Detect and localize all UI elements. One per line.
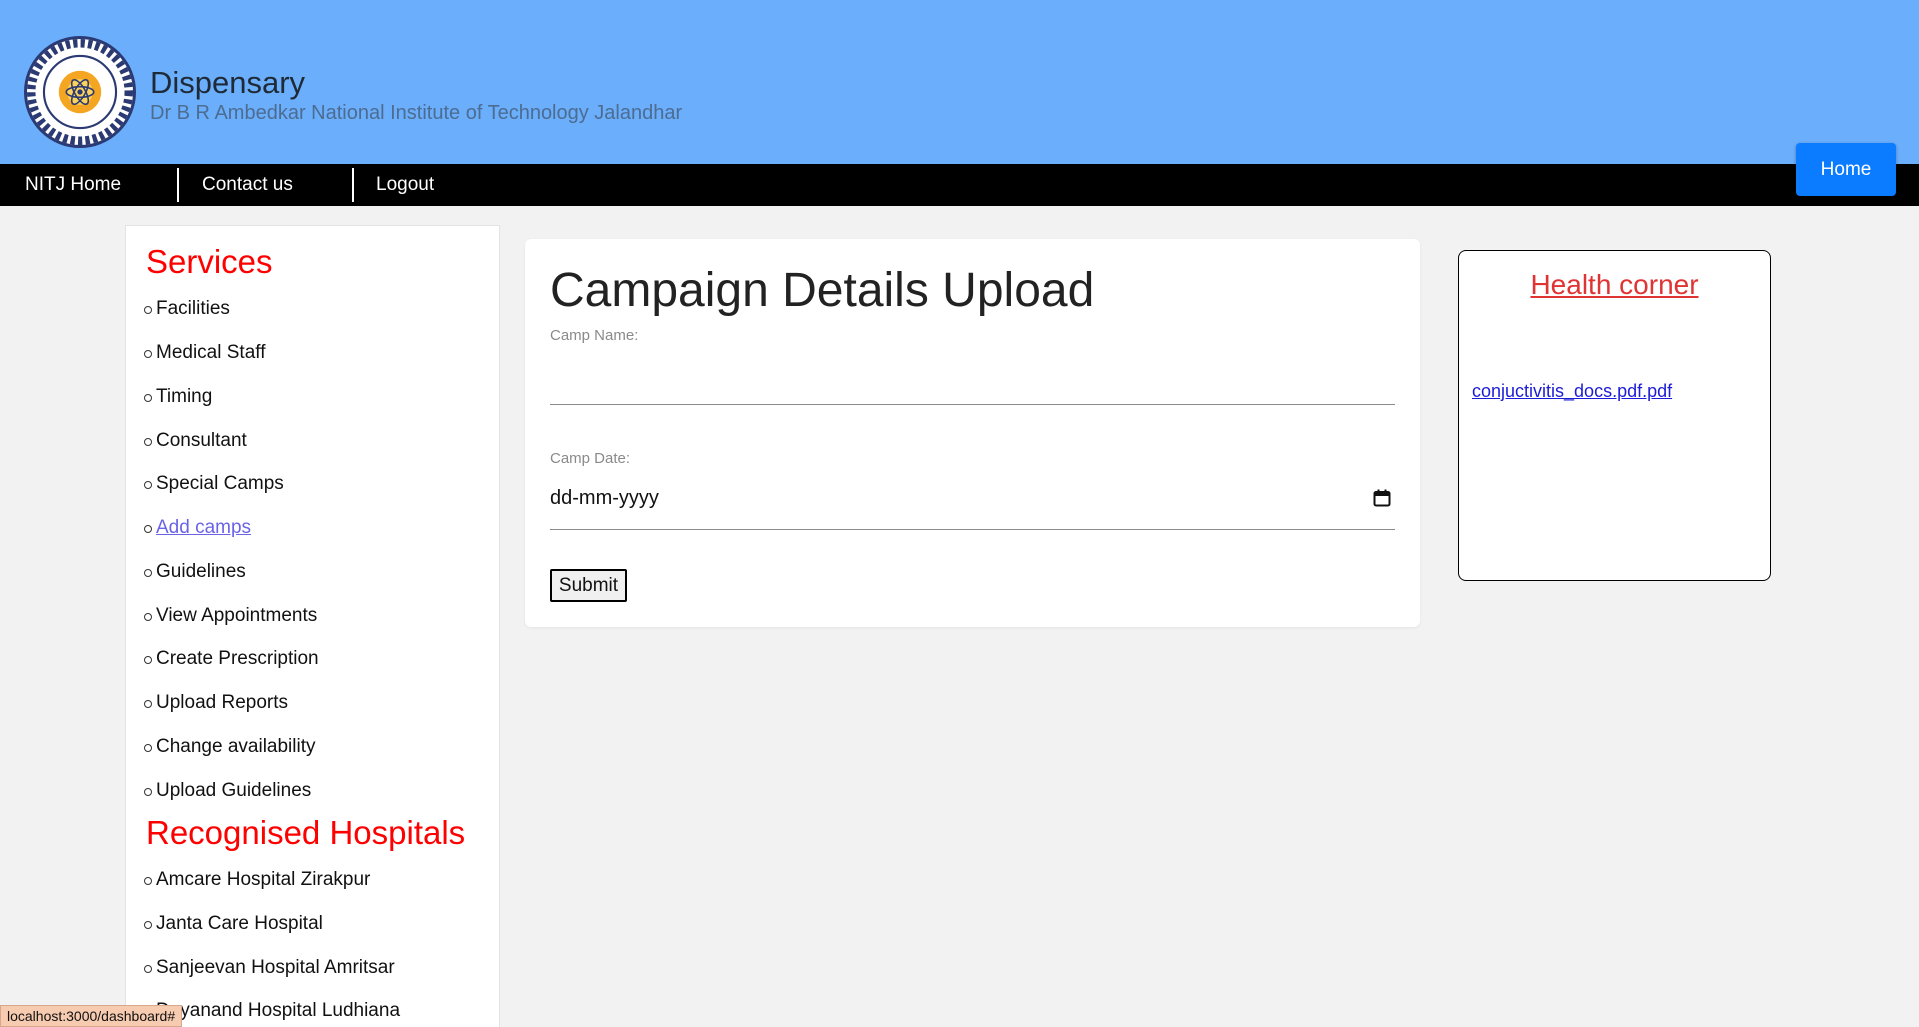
service-item-create-prescription[interactable]: Create Prescription	[144, 637, 319, 681]
service-item-guidelines[interactable]: Guidelines	[144, 550, 246, 594]
service-item-timing[interactable]: Timing	[143, 375, 212, 419]
nav-divider	[177, 168, 179, 202]
health-doc-link[interactable]: conjuctivitis_docs.pdf.pdf	[1472, 381, 1672, 402]
site-subtitle: Dr B R Ambedkar National Institute of Te…	[150, 102, 683, 124]
hospital-item[interactable]: Amcare Hospital Zirakpur	[143, 858, 370, 902]
nav-contact-us[interactable]: Contact us	[202, 164, 293, 206]
service-item-add-camps[interactable]: Add camps	[143, 506, 251, 550]
service-item-view-appointments[interactable]: View Appointments	[143, 594, 317, 638]
site-header: Dispensary Dr B R Ambedkar National Inst…	[0, 0, 1919, 164]
camp-date-input[interactable]: dd-mm-yyyy	[550, 487, 659, 510]
top-navbar: NITJ Home Contact us Logout	[0, 164, 1919, 206]
services-heading: Services	[146, 243, 273, 280]
hospital-item[interactable]: Dayanand Hospital Ludhiana	[143, 989, 400, 1027]
page-title: Campaign Details Upload	[550, 264, 1095, 317]
nav-nitj-home[interactable]: NITJ Home	[25, 164, 121, 206]
calendar-icon[interactable]	[1373, 489, 1391, 507]
service-item-facilities[interactable]: Facilities	[144, 287, 230, 331]
hospitals-heading: Recognised Hospitals	[146, 814, 466, 851]
service-item-consultant[interactable]: Consultant	[144, 419, 247, 463]
service-item-change-availability[interactable]: Change availability	[144, 725, 316, 769]
hospital-item[interactable]: Sanjeevan Hospital Amritsar	[144, 946, 395, 990]
sidebar: Services Facilities Medical Staff Timing…	[125, 225, 500, 1027]
site-title: Dispensary	[150, 65, 306, 100]
service-item-medical-staff[interactable]: Medical Staff	[143, 331, 265, 375]
service-item-special-camps[interactable]: Special Camps	[144, 462, 284, 506]
hospital-item[interactable]: Janta Care Hospital	[144, 902, 323, 946]
service-item-upload-guidelines[interactable]: Upload Guidelines	[143, 769, 311, 813]
browser-status-bar: localhost:3000/dashboard#	[0, 1005, 183, 1027]
camp-date-underline	[550, 529, 1395, 530]
service-item-upload-reports[interactable]: Upload Reports	[143, 681, 288, 725]
health-corner-panel: Health corner conjuctivitis_docs.pdf.pdf	[1458, 250, 1771, 581]
nitj-logo-icon	[24, 36, 136, 148]
camp-date-label: Camp Date:	[550, 450, 631, 467]
home-button[interactable]: Home	[1796, 143, 1896, 196]
nav-divider	[352, 168, 354, 202]
campaign-upload-card: Campaign Details Upload Camp Name: Camp …	[525, 239, 1420, 627]
health-corner-title[interactable]: Health corner	[1459, 269, 1770, 301]
nav-logout[interactable]: Logout	[376, 164, 434, 206]
camp-name-underline	[550, 404, 1395, 405]
submit-button[interactable]: Submit	[550, 569, 627, 602]
camp-name-label: Camp Name:	[550, 327, 639, 344]
camp-name-input[interactable]	[550, 349, 1395, 389]
